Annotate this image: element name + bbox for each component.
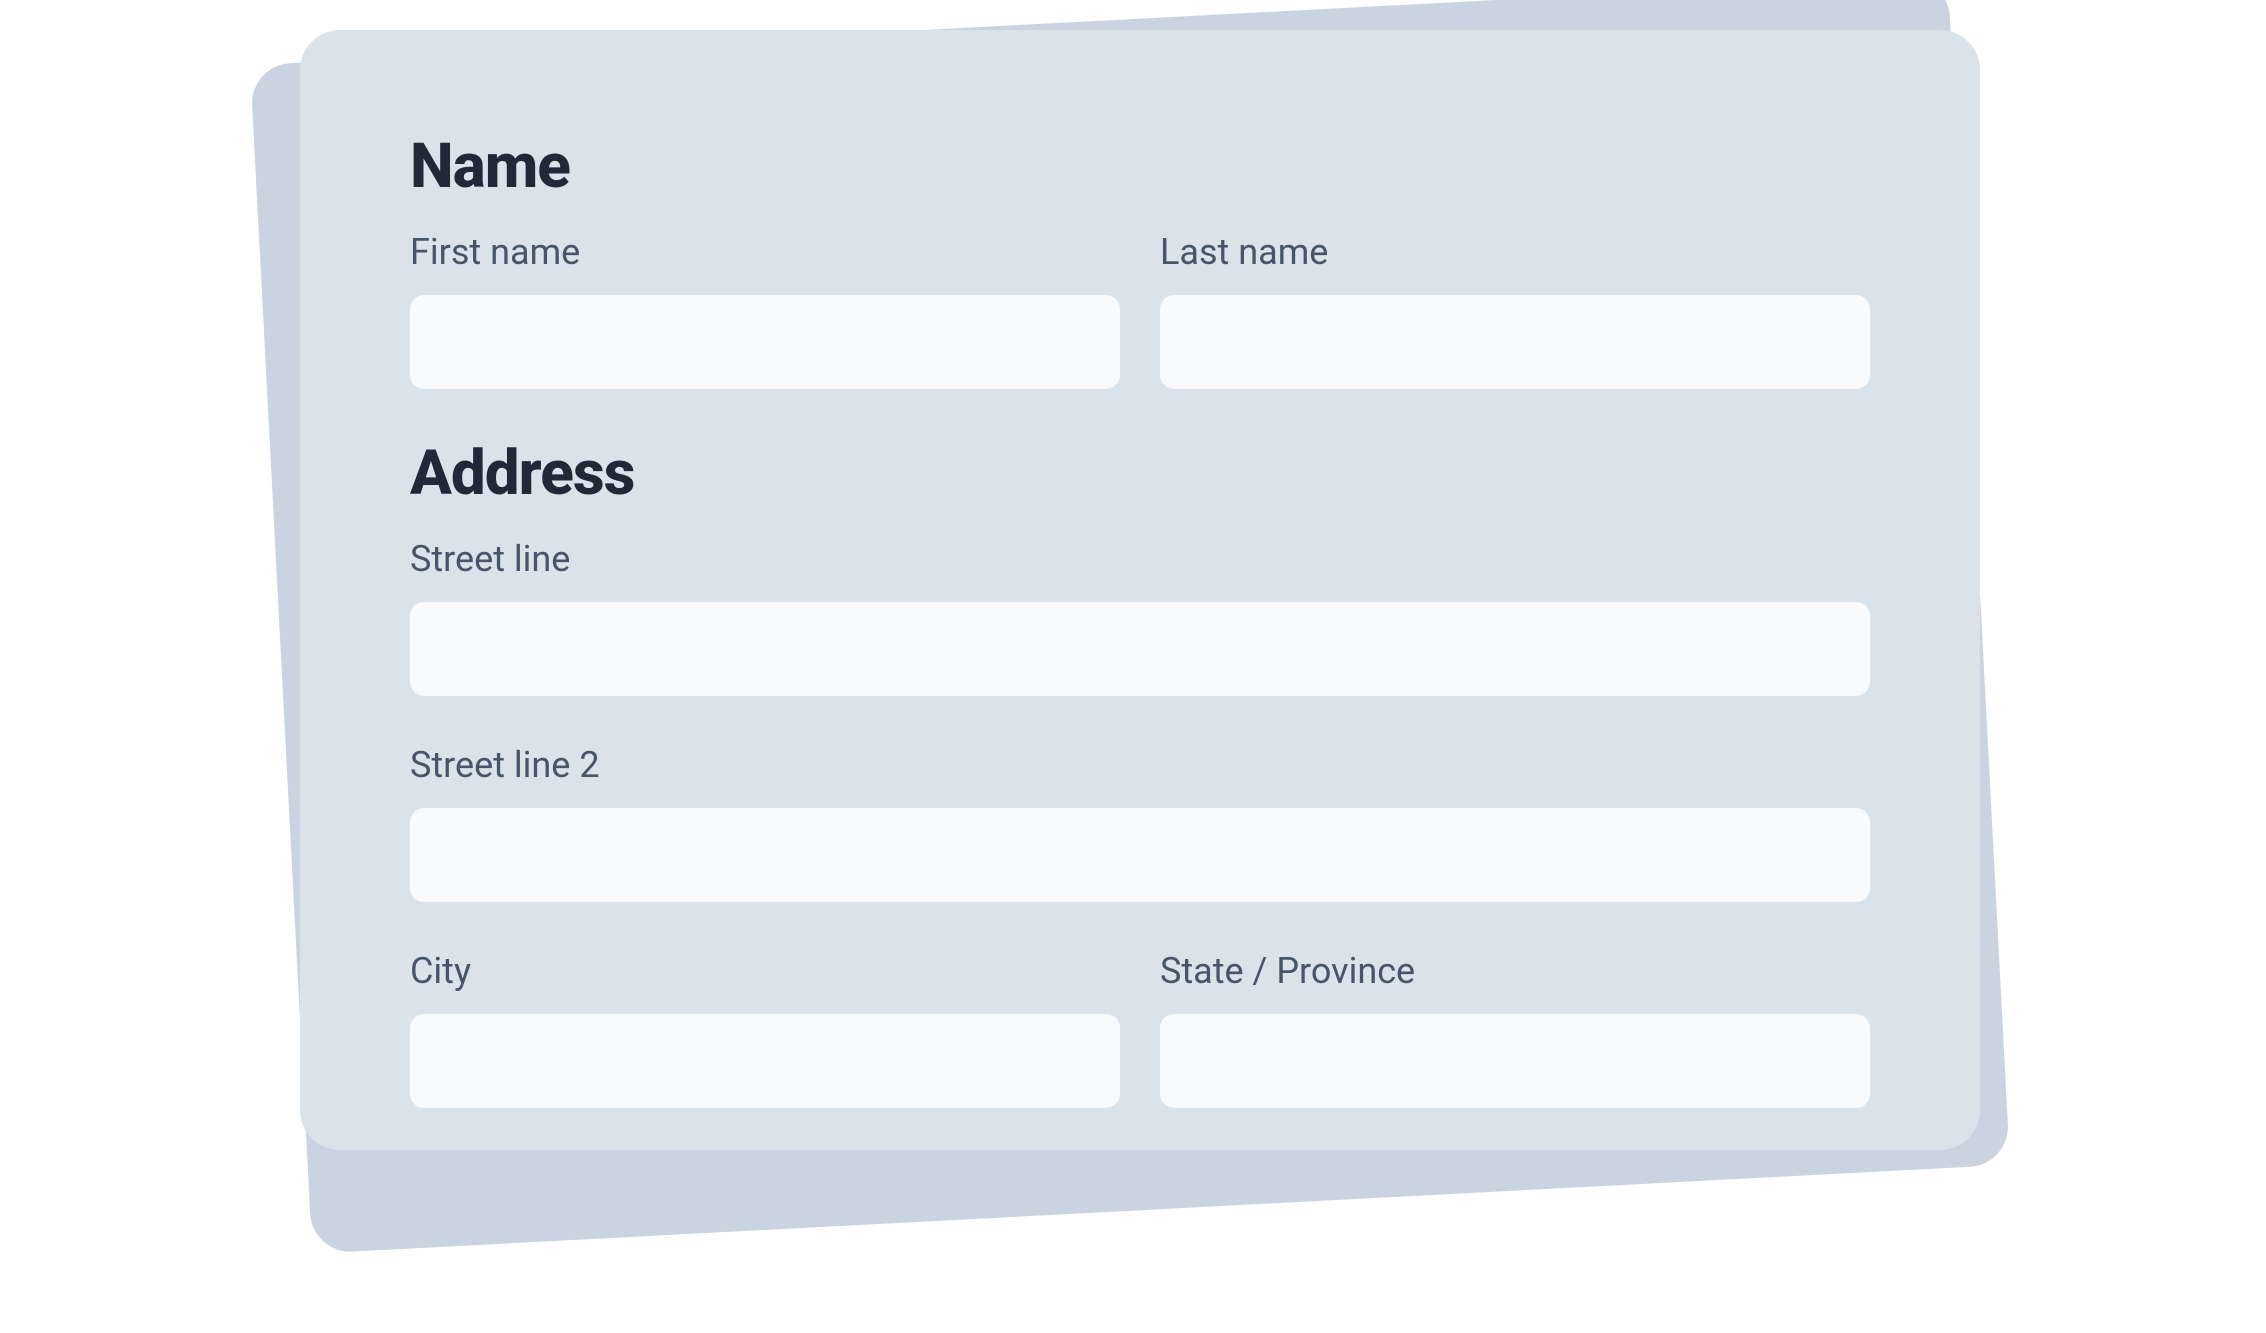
form-card: Name First name Last name Address Street… <box>300 30 1980 1150</box>
city-label: City <box>410 950 1120 992</box>
street-line-field: Street line <box>410 538 1870 696</box>
city-input[interactable] <box>410 1014 1120 1108</box>
city-state-row: City State / Province <box>410 950 1870 1108</box>
street-line-label: Street line <box>410 538 1870 580</box>
name-fields-row: First name Last name <box>410 231 1870 389</box>
street-line-2-input[interactable] <box>410 808 1870 902</box>
street-line-input[interactable] <box>410 602 1870 696</box>
last-name-label: Last name <box>1160 231 1870 273</box>
last-name-input[interactable] <box>1160 295 1870 389</box>
form-card-stack: Name First name Last name Address Street… <box>280 20 1980 1300</box>
street-line-2-field: Street line 2 <box>410 744 1870 902</box>
street-line-2-label: Street line 2 <box>410 744 1870 786</box>
first-name-label: First name <box>410 231 1120 273</box>
state-input[interactable] <box>1160 1014 1870 1108</box>
state-field: State / Province <box>1160 950 1870 1108</box>
last-name-field: Last name <box>1160 231 1870 389</box>
state-label: State / Province <box>1160 950 1870 992</box>
first-name-field: First name <box>410 231 1120 389</box>
first-name-input[interactable] <box>410 295 1120 389</box>
name-section-heading: Name <box>410 130 1870 203</box>
address-section-heading: Address <box>410 437 1870 510</box>
city-field: City <box>410 950 1120 1108</box>
